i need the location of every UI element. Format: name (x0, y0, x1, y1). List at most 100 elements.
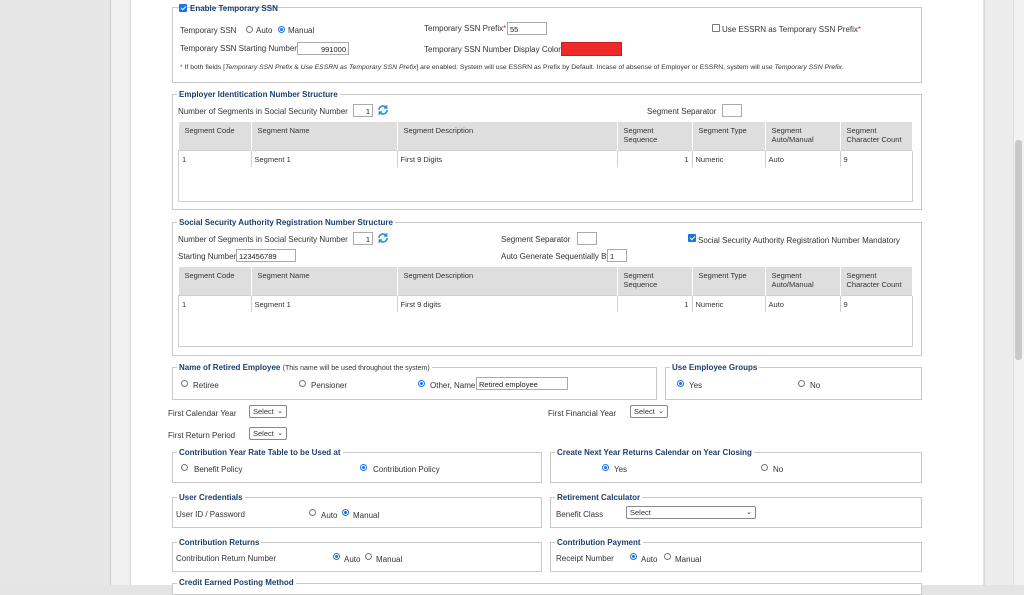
chevron-down-icon: ⌄ (277, 408, 283, 415)
ssa-auto-generate-label: Auto Generate Sequentially By (501, 252, 611, 261)
retired-name-title: Name of Retired Employee (This name will… (177, 363, 432, 372)
contribution-policy-label: Contribution Policy (373, 465, 440, 474)
retired-name-note: (This name will be used throughout the s… (282, 365, 430, 372)
header-segment-code: Segment Code (178, 267, 252, 296)
pensioner-label: Pensioner (311, 381, 348, 390)
first-financial-year-select[interactable]: Select ⌄ (630, 405, 668, 418)
header-segment-sequence: Segment Sequence (617, 267, 693, 296)
temporary-ssn-display-color-label: Temporary SSN Number Display Color (424, 45, 561, 54)
ein-segments-input[interactable]: 1 (353, 104, 373, 117)
cell-segment-code: 1 (178, 295, 252, 313)
chevron-down-icon: ⌄ (277, 430, 283, 437)
next-year-calendar-yes-label: Yes (614, 465, 628, 474)
user-id-password-label: User ID / Password (176, 510, 245, 519)
pensioner-radio[interactable] (299, 380, 306, 387)
contribution-payment-manual-label: Manual (675, 555, 702, 564)
retiree-label: Retiree (193, 381, 219, 390)
cell-segment-type: Numeric (691, 150, 766, 168)
ssa-mandatory-checkbox[interactable] (688, 234, 696, 242)
table-row[interactable]: 1 Segment 1 First 9 digits 1 Numeric Aut… (178, 295, 913, 313)
contribution-returns-auto-radio[interactable] (333, 553, 340, 560)
employee-groups-no-radio[interactable] (798, 380, 805, 387)
next-year-calendar-no-radio[interactable] (761, 464, 768, 471)
scrollbar-thumb[interactable] (1015, 140, 1022, 360)
header-segment-code: Segment Code (178, 122, 252, 151)
retiree-radio[interactable] (181, 380, 188, 387)
benefit-policy-label: Benefit Policy (194, 465, 243, 474)
temporary-ssn-starting-number-label: Temporary SSN Starting Number (180, 44, 297, 53)
ssa-starting-number-input[interactable]: 123456789 (236, 249, 296, 262)
first-financial-year-label: First Financial Year (548, 409, 617, 418)
user-credentials-manual-radio[interactable] (342, 509, 349, 516)
temporary-ssn-starting-number-input[interactable]: 991000 (297, 42, 349, 55)
use-essrn-prefix-checkbox[interactable] (712, 24, 720, 32)
credit-posting-title: Credit Earned Posting Method (177, 578, 296, 587)
user-credentials-auto-radio[interactable] (309, 509, 316, 516)
enable-temporary-ssn-checkbox[interactable] (179, 4, 187, 12)
ssa-segments-label: Number of Segments in Social Security Nu… (178, 235, 348, 244)
header-segment-name: Segment Name (251, 267, 398, 296)
ssa-auto-generate-input[interactable]: 1 (607, 249, 627, 262)
required-marker: * (503, 24, 507, 33)
refresh-icon[interactable] (377, 104, 389, 116)
contribution-policy-radio[interactable] (360, 464, 367, 471)
cell-segment-sequence: 1 (616, 150, 693, 168)
use-essrn-prefix-label: Use ESSRN as Temporary SSN Prefix* (722, 25, 862, 34)
temporary-ssn-manual-radio[interactable] (278, 26, 285, 33)
other-name-radio[interactable] (418, 380, 425, 387)
table-header-row: Segment Code Segment Name Segment Descri… (178, 267, 913, 296)
table-row[interactable]: 1 Segment 1 First 9 Digits 1 Numeric Aut… (178, 150, 913, 168)
temporary-ssn-manual-label: Manual (288, 26, 315, 35)
receipt-number-label: Receipt Number (556, 554, 614, 563)
employee-groups-no-label: No (810, 381, 821, 390)
refresh-icon[interactable] (377, 232, 389, 244)
next-year-calendar-yes-radio[interactable] (602, 464, 609, 471)
temporary-ssn-prefix-label: Temporary SSN Prefix* (424, 24, 507, 33)
ssa-mandatory-label: Social Security Authority Registration N… (698, 236, 900, 245)
user-credentials-auto-label: Auto (321, 511, 338, 520)
temporary-ssn-auto-label: Auto (256, 26, 273, 35)
contribution-returns-title: Contribution Returns (177, 538, 262, 547)
ein-segment-table: Segment Code Segment Name Segment Descri… (178, 122, 913, 168)
contribution-payment-auto-radio[interactable] (630, 553, 637, 560)
next-year-calendar-no-label: No (773, 465, 784, 474)
header-segment-character-count: Segment Character Count (840, 122, 913, 151)
cell-segment-character-count: 9 (839, 150, 913, 168)
temporary-ssn-note: * If both fields [Temporary SSN Prefix &… (180, 64, 844, 71)
ein-separator-input[interactable] (722, 104, 742, 117)
left-panel (0, 0, 111, 585)
contribution-return-number-label: Contribution Return Number (176, 554, 277, 563)
other-name-label: Other, Name (430, 381, 476, 390)
temporary-ssn-auto-radio[interactable] (246, 26, 253, 33)
rate-table-title: Contribution Year Rate Table to be Used … (177, 448, 343, 457)
cell-segment-character-count: 9 (839, 295, 913, 313)
contribution-payment-manual-radio[interactable] (664, 553, 671, 560)
ein-structure-title: Employer Identitication Number Structure (177, 90, 340, 99)
cell-segment-description: First 9 digits (396, 295, 618, 313)
contribution-returns-manual-radio[interactable] (365, 553, 372, 560)
header-segment-auto-manual: Segment Auto/Manual (765, 122, 841, 151)
cell-segment-description: First 9 Digits (396, 150, 618, 168)
temporary-ssn-color-swatch[interactable] (561, 42, 622, 56)
chevron-down-icon: ⌄ (746, 509, 752, 516)
contribution-returns-auto-label: Auto (344, 555, 361, 564)
retirement-calculator-title: Retirement Calculator (555, 493, 643, 502)
first-calendar-year-label: First Calendar Year (168, 409, 237, 418)
first-calendar-year-select[interactable]: Select ⌄ (249, 405, 287, 418)
other-name-input[interactable]: Retired employee (476, 377, 568, 390)
header-segment-type: Segment Type (692, 267, 766, 296)
enable-temporary-ssn-label: Enable Temporary SSN (190, 4, 278, 13)
header-segment-auto-manual: Segment Auto/Manual (765, 267, 841, 296)
ssa-structure-title: Social Security Authority Registration N… (177, 218, 395, 227)
benefit-class-select[interactable]: Select ⌄ (626, 506, 756, 519)
cell-segment-auto-manual: Auto (764, 150, 841, 168)
benefit-policy-radio[interactable] (181, 464, 188, 471)
ssa-separator-input[interactable] (577, 232, 597, 245)
cell-segment-name: Segment 1 (250, 295, 398, 313)
ein-table-empty-area (178, 167, 913, 202)
temporary-ssn-prefix-input[interactable]: 55 (507, 22, 547, 35)
ssa-segments-input[interactable]: 1 (353, 232, 373, 245)
first-return-period-select[interactable]: Select ⌄ (249, 427, 287, 440)
table-header-row: Segment Code Segment Name Segment Descri… (178, 122, 913, 151)
employee-groups-yes-radio[interactable] (677, 380, 684, 387)
